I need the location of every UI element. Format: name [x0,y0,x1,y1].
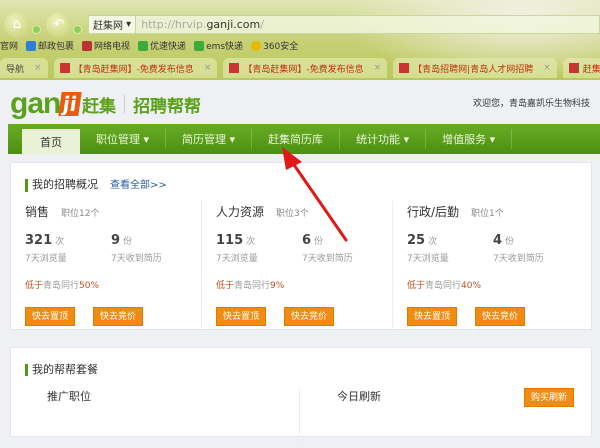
nav-value-added[interactable]: 增值服务 ▾ [426,129,513,149]
url-text[interactable]: http://hrvip.ganji.com/ [136,18,264,31]
home-button[interactable]: ⌂ [4,12,30,38]
nav-home[interactable]: 首页 [22,129,80,154]
promoted-jobs-label: 推广职位 [47,390,91,403]
main-nav: 首页 职位管理 ▾ 简历管理 ▾ 赶集简历库 统计功能 ▾ 增值服务 ▾ [8,124,600,154]
divider [124,95,126,113]
resumes-label: 7天收到简历 [111,254,162,264]
job-count: 职位3个 [276,209,309,219]
job-category-column: 销售 职位12个 321 次 9份 7天浏览量 7天收到简历 低于青岛同行50% 快… [25,203,215,326]
ganji-logo[interactable]: gan ji 赶集 招聘帮帮 [10,87,201,121]
browser-chrome: ⌂ ↶ 赶集网 ▾ http://hrvip.ganji.com/ 官网 邮政包… [0,0,600,80]
buy-refresh-button[interactable]: 购买刷新 [524,388,574,407]
views-label: 7天浏览量 [25,254,67,264]
section-title: 我的帮帮套餐 [25,364,98,376]
resumes-label: 7天收到简历 [302,254,353,264]
nav-resume-library[interactable]: 赶集简历库 [252,129,341,149]
close-icon[interactable]: × [374,63,382,73]
views-label: 7天浏览量 [216,254,258,264]
dropdown-icon: ▾ [143,132,150,146]
job-count: 职位1个 [471,209,504,219]
views-count: 321 次 [25,233,65,248]
bookmark[interactable]: 官网 [0,39,18,52]
bid-button[interactable]: 快去竞价 [284,307,334,326]
browser-tab[interactable]: 【青岛赶集网】-免费发布信息 × [223,58,388,78]
bid-button[interactable]: 快去竞价 [475,307,525,326]
resumes-count: 4份 [493,233,515,248]
browser-tab[interactable]: 【青岛赶集网】-免费发布信息 × [53,58,218,78]
dropdown-icon: ▾ [229,132,236,146]
ganji-favicon [59,63,70,73]
bookmark[interactable]: 360安全 [251,39,298,52]
tab-bar: 导航 × 【青岛赶集网】-免费发布信息 × 【青岛赶集网】-免费发布信息 × 【青岛招… [0,58,600,78]
peer-comparison: 低于青岛同行9% [216,281,285,291]
search-icon [194,40,205,51]
dropdown-icon: ▾ [489,132,496,146]
category-name[interactable]: 行政/后勤 职位1个 [407,203,597,220]
browser-tab[interactable]: 导航 × [0,58,48,78]
bid-button[interactable]: 快去竞价 [93,307,143,326]
dropdown-icon: ▾ [403,132,410,146]
address-bar[interactable]: 赶集网 ▾ http://hrvip.ganji.com/ [88,15,600,34]
peer-comparison: 低于青岛同行40% [407,281,482,291]
bookmark[interactable]: 网络电视 [82,39,130,52]
divider [201,201,202,331]
ganji-favicon [399,63,410,73]
category-name[interactable]: 人力资源 职位3个 [216,203,406,220]
bookmarks-bar: 官网 邮政包裹 网络电视 优速快递 ems快递 360安全 [0,39,298,52]
top-promote-button[interactable]: 快去置顶 [216,307,266,326]
bookmark[interactable]: 优速快递 [138,39,186,52]
c-icon [26,40,37,51]
bookmark[interactable]: 邮政包裹 [26,39,74,52]
back-button[interactable]: ↶ [46,12,72,38]
package-card: 我的帮帮套餐 推广职位 今日刷新 购买刷新 [10,347,592,448]
nav-job-management[interactable]: 职位管理 ▾ [80,129,167,149]
ganji-favicon [229,63,240,73]
divider [299,388,300,448]
job-category-column: 行政/后勤 职位1个 25 次 4份 7天浏览量 7天收到简历 低于青岛同行40% … [407,203,597,326]
resumes-label: 7天收到简历 [493,254,544,264]
bookmark[interactable]: ems快递 [194,39,243,52]
recruitment-overview-card: 我的招聘概况 查看全部>> 销售 职位12个 321 次 9份 7天浏览量 7天收到简… [10,162,592,331]
divider [392,201,393,331]
search-engine-select[interactable]: 赶集网 ▾ [89,16,137,33]
browser-tab[interactable]: 【青岛招聘网|青岛人才网招聘 × [393,58,557,78]
resumes-count: 6份 [302,233,324,248]
today-refresh-label: 今日刷新 [337,390,381,403]
close-icon[interactable]: × [204,63,212,73]
resumes-count: 9份 [111,233,133,248]
back-dropdown[interactable] [73,25,82,34]
close-icon[interactable]: × [543,63,551,73]
nav-statistics[interactable]: 统计功能 ▾ [340,129,427,149]
shield-icon [251,40,262,51]
close-icon[interactable]: × [34,63,42,73]
search-icon [138,40,149,51]
views-label: 7天浏览量 [407,254,449,264]
top-promote-button[interactable]: 快去置顶 [407,307,457,326]
category-name[interactable]: 销售 职位12个 [25,203,215,220]
browser-tab[interactable]: 赶集网-招 [562,58,600,78]
job-count: 职位12个 [61,209,100,219]
nav-resume-management[interactable]: 简历管理 ▾ [166,129,253,149]
views-count: 25 次 [407,233,438,248]
views-count: 115 次 [216,233,256,248]
job-category-column: 人力资源 职位3个 115 次 6份 7天浏览量 7天收到简历 低于青岛同行9% 快… [216,203,406,326]
home-dropdown[interactable] [32,25,41,34]
section-title: 我的招聘概况 查看全部>> [25,179,167,192]
welcome-text: 欢迎您，青岛嘉凯乐生物科技 [472,99,590,109]
top-promote-button[interactable]: 快去置顶 [25,307,75,326]
peer-comparison: 低于青岛同行50% [25,281,100,291]
tv-icon [82,40,93,51]
ganji-favicon [568,63,579,73]
view-all-link[interactable]: 查看全部>> [110,180,167,191]
